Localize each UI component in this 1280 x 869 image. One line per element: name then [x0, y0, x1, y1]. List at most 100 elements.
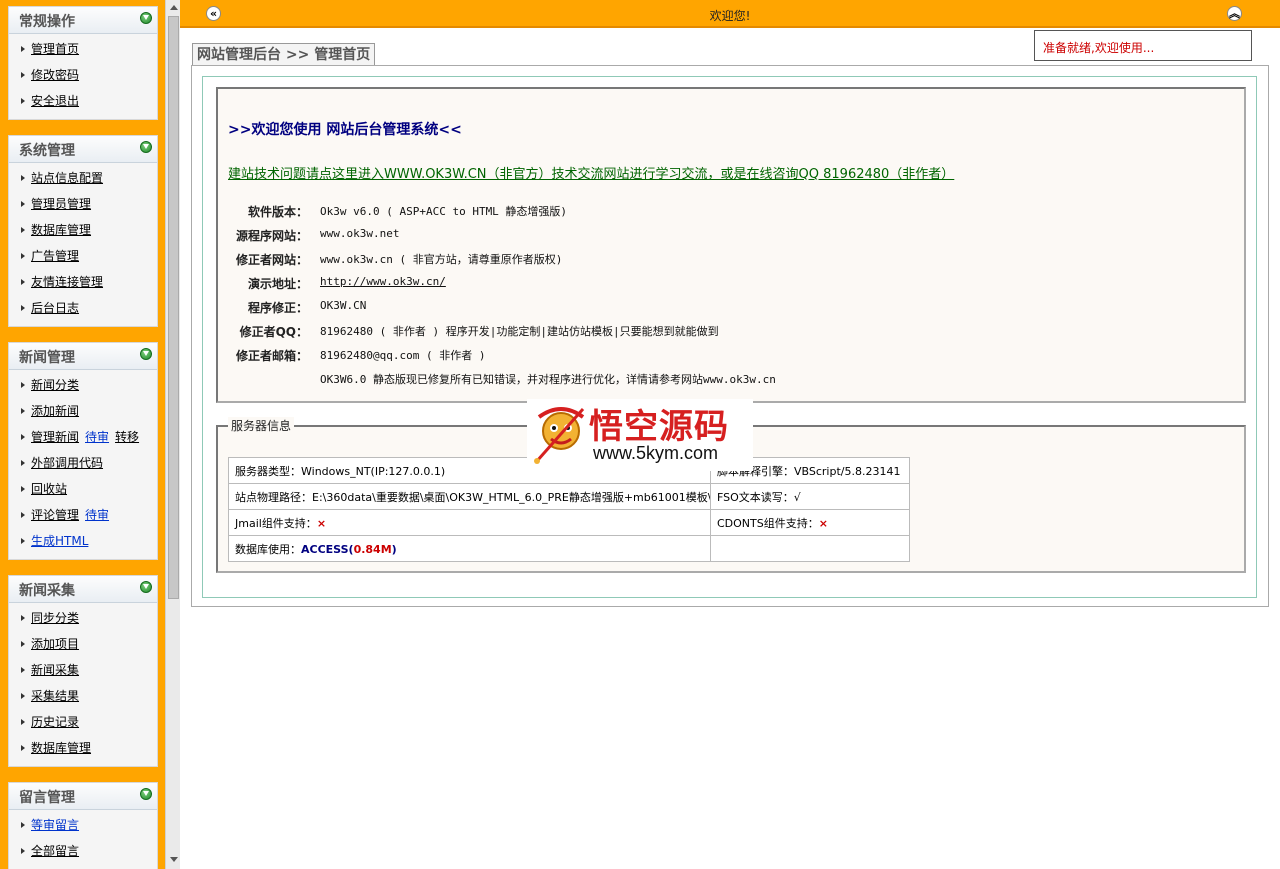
right-triangle-icon	[21, 512, 25, 518]
sidebar-item: 全部留言	[9, 838, 157, 864]
cross-icon: ×	[316, 516, 327, 530]
sidebar-item-link[interactable]: 同步分类	[31, 611, 79, 625]
collapse-circle-icon[interactable]	[140, 141, 152, 153]
scroll-up-arrow-icon[interactable]	[170, 5, 178, 10]
sidebar-item-link[interactable]: 全部留言	[31, 844, 79, 858]
empty-cell	[710, 535, 910, 562]
sidebar-item-link[interactable]: 站点信息配置	[31, 171, 103, 185]
sidebar-item: 友情连接管理	[9, 269, 157, 295]
menu-group-header[interactable]: 常规操作	[9, 7, 157, 34]
sidebar-item: 管理员管理	[9, 191, 157, 217]
sidebar-item-extra-link[interactable]: 待审	[85, 508, 109, 522]
sidebar-item-link[interactable]: 等审留言	[31, 818, 79, 832]
sidebar-item-link[interactable]: 外部调用代码	[31, 456, 103, 470]
watermark-title: 悟空源码	[589, 407, 729, 447]
check-icon: √	[793, 490, 801, 504]
menu-group: 新闻采集 同步分类 添加项目 新闻采集 采集结果 历史记录 数据库管理	[8, 575, 158, 767]
scroll-down-arrow-icon[interactable]	[170, 857, 178, 862]
menu-group-header[interactable]: 新闻采集	[9, 576, 157, 603]
info-label: 程序修正：	[247, 301, 308, 315]
fso-cell: FSO文本读写：√	[710, 483, 910, 510]
sidebar-item-extra-link[interactable]: 待审	[85, 430, 109, 444]
right-triangle-icon	[21, 615, 25, 621]
collapse-circle-icon[interactable]	[140, 788, 152, 800]
sidebar-item-link[interactable]: 数据库管理	[31, 223, 91, 237]
demo-url-link[interactable]: http://www.ok3w.cn/	[320, 275, 446, 288]
right-triangle-icon	[21, 408, 25, 414]
help-link[interactable]: 建站技术问题请点这里进入WWW.OK3W.CN（非官方）技术交流网站进行学习交流…	[228, 163, 954, 182]
welcome-title: 欢迎您!	[709, 9, 751, 23]
right-triangle-icon	[21, 822, 25, 828]
info-value: OK3W6.0 静态版现已修复所有已知错误，并对程序进行优化，详情请参考网站ww…	[320, 373, 776, 386]
info-value: www.ok3w.net	[320, 227, 400, 240]
sidebar-item-link[interactable]: 安全退出	[31, 94, 79, 108]
menu-group-header[interactable]: 新闻管理	[9, 343, 157, 370]
sidebar-item: 添加新闻	[9, 398, 157, 424]
sidebar-item-link[interactable]: 回收站	[31, 482, 67, 496]
right-triangle-icon	[21, 46, 25, 52]
right-triangle-icon	[21, 538, 25, 544]
sidebar-item-link[interactable]: 历史记录	[31, 715, 79, 729]
info-label: 修正者邮箱：	[235, 349, 308, 363]
info-label: 源程序网站：	[235, 229, 308, 243]
double-chevron-up-icon[interactable]: ︽	[1227, 6, 1242, 21]
table-row: 站点物理路径：E:\360data\重要数据\桌面\OK3W_HTML_6.0_…	[228, 483, 910, 510]
sidebar-item-link[interactable]: 添加新闻	[31, 404, 79, 418]
main-panel: >>欢迎您使用 网站后台管理系统<< 建站技术问题请点这里进入WWW.OK3W.…	[191, 65, 1269, 607]
menu-group: 新闻管理 新闻分类 添加新闻 管理新闻 待审 转移 外部调用代码 回收站 评论管理 待审 生成HTM…	[8, 342, 158, 560]
tab-breadcrumb: 网站管理后台 >> 管理首页	[192, 43, 376, 66]
sidebar-item-link[interactable]: 添加项目	[31, 637, 79, 651]
sidebar-item: 回收站	[9, 476, 157, 502]
scrollbar-thumb[interactable]	[168, 16, 179, 599]
right-triangle-icon	[21, 279, 25, 285]
sidebar-item-link[interactable]: 管理首页	[31, 42, 79, 56]
sidebar-item-link[interactable]: 新闻采集	[31, 663, 79, 677]
right-triangle-icon	[21, 305, 25, 311]
menu-group-header[interactable]: 系统管理	[9, 136, 157, 163]
sidebar-item-link[interactable]: 友情连接管理	[31, 275, 103, 289]
sidebar-item: 外部调用代码	[9, 450, 157, 476]
info-value: http://www.ok3w.cn/	[320, 275, 446, 288]
menu-group-title: 新闻采集	[19, 583, 75, 599]
right-triangle-icon	[21, 253, 25, 259]
right-triangle-icon	[21, 98, 25, 104]
sidebar-item-link[interactable]: 后台日志	[31, 301, 79, 315]
sidebar-scrollbar[interactable]	[165, 0, 180, 869]
sidebar-item-link[interactable]: 评论管理	[31, 508, 79, 522]
sidebar-item: 安全退出	[9, 88, 157, 114]
jmail-cell: Jmail组件支持：×	[228, 509, 711, 536]
sidebar-item-link[interactable]: 采集结果	[31, 689, 79, 703]
sidebar-item-link[interactable]: 广告管理	[31, 249, 79, 263]
right-triangle-icon	[21, 667, 25, 673]
right-triangle-icon	[21, 719, 25, 725]
sidebar-item: 站点信息配置	[9, 165, 157, 191]
sidebar-item-extra-link[interactable]: 转移	[115, 430, 139, 444]
right-triangle-icon	[21, 745, 25, 751]
menu-group: 常规操作管理首页修改密码安全退出	[8, 6, 158, 120]
server-info-legend: 服务器信息	[228, 417, 295, 434]
sidebar-item-link[interactable]: 管理员管理	[31, 197, 91, 211]
right-triangle-icon	[21, 434, 25, 440]
collapse-circle-icon[interactable]	[140, 12, 152, 24]
sidebar-item: 生成HTML	[9, 528, 157, 554]
right-triangle-icon	[21, 641, 25, 647]
menu-item-list: 同步分类添加项目新闻采集采集结果历史记录数据库管理	[9, 603, 157, 761]
menu-group-header[interactable]: 留言管理	[9, 783, 157, 810]
sidebar-item: 管理首页	[9, 36, 157, 62]
sidebar-item-link[interactable]: 管理新闻	[31, 430, 79, 444]
sidebar-item-link[interactable]: 修改密码	[31, 68, 79, 82]
menu-group-title: 系统管理	[19, 143, 75, 159]
collapse-circle-icon[interactable]	[140, 581, 152, 593]
info-label: 演示地址：	[247, 277, 308, 291]
collapse-circle-icon[interactable]	[140, 348, 152, 360]
info-value: OK3W.CN	[320, 299, 367, 312]
status-text: 准备就绪,欢迎使用...	[1043, 41, 1155, 55]
sidebar-item: 采集结果	[9, 683, 157, 709]
sidebar-item-link[interactable]: 生成HTML	[31, 534, 88, 548]
menu-group-title: 留言管理	[19, 790, 75, 806]
menu-group: 留言管理等审留言全部留言	[8, 782, 158, 869]
sidebar-item-link[interactable]: 新闻分类	[31, 378, 79, 392]
sidebar-item: 数据库管理	[9, 735, 157, 761]
right-triangle-icon	[21, 486, 25, 492]
sidebar-item-link[interactable]: 数据库管理	[31, 741, 91, 755]
